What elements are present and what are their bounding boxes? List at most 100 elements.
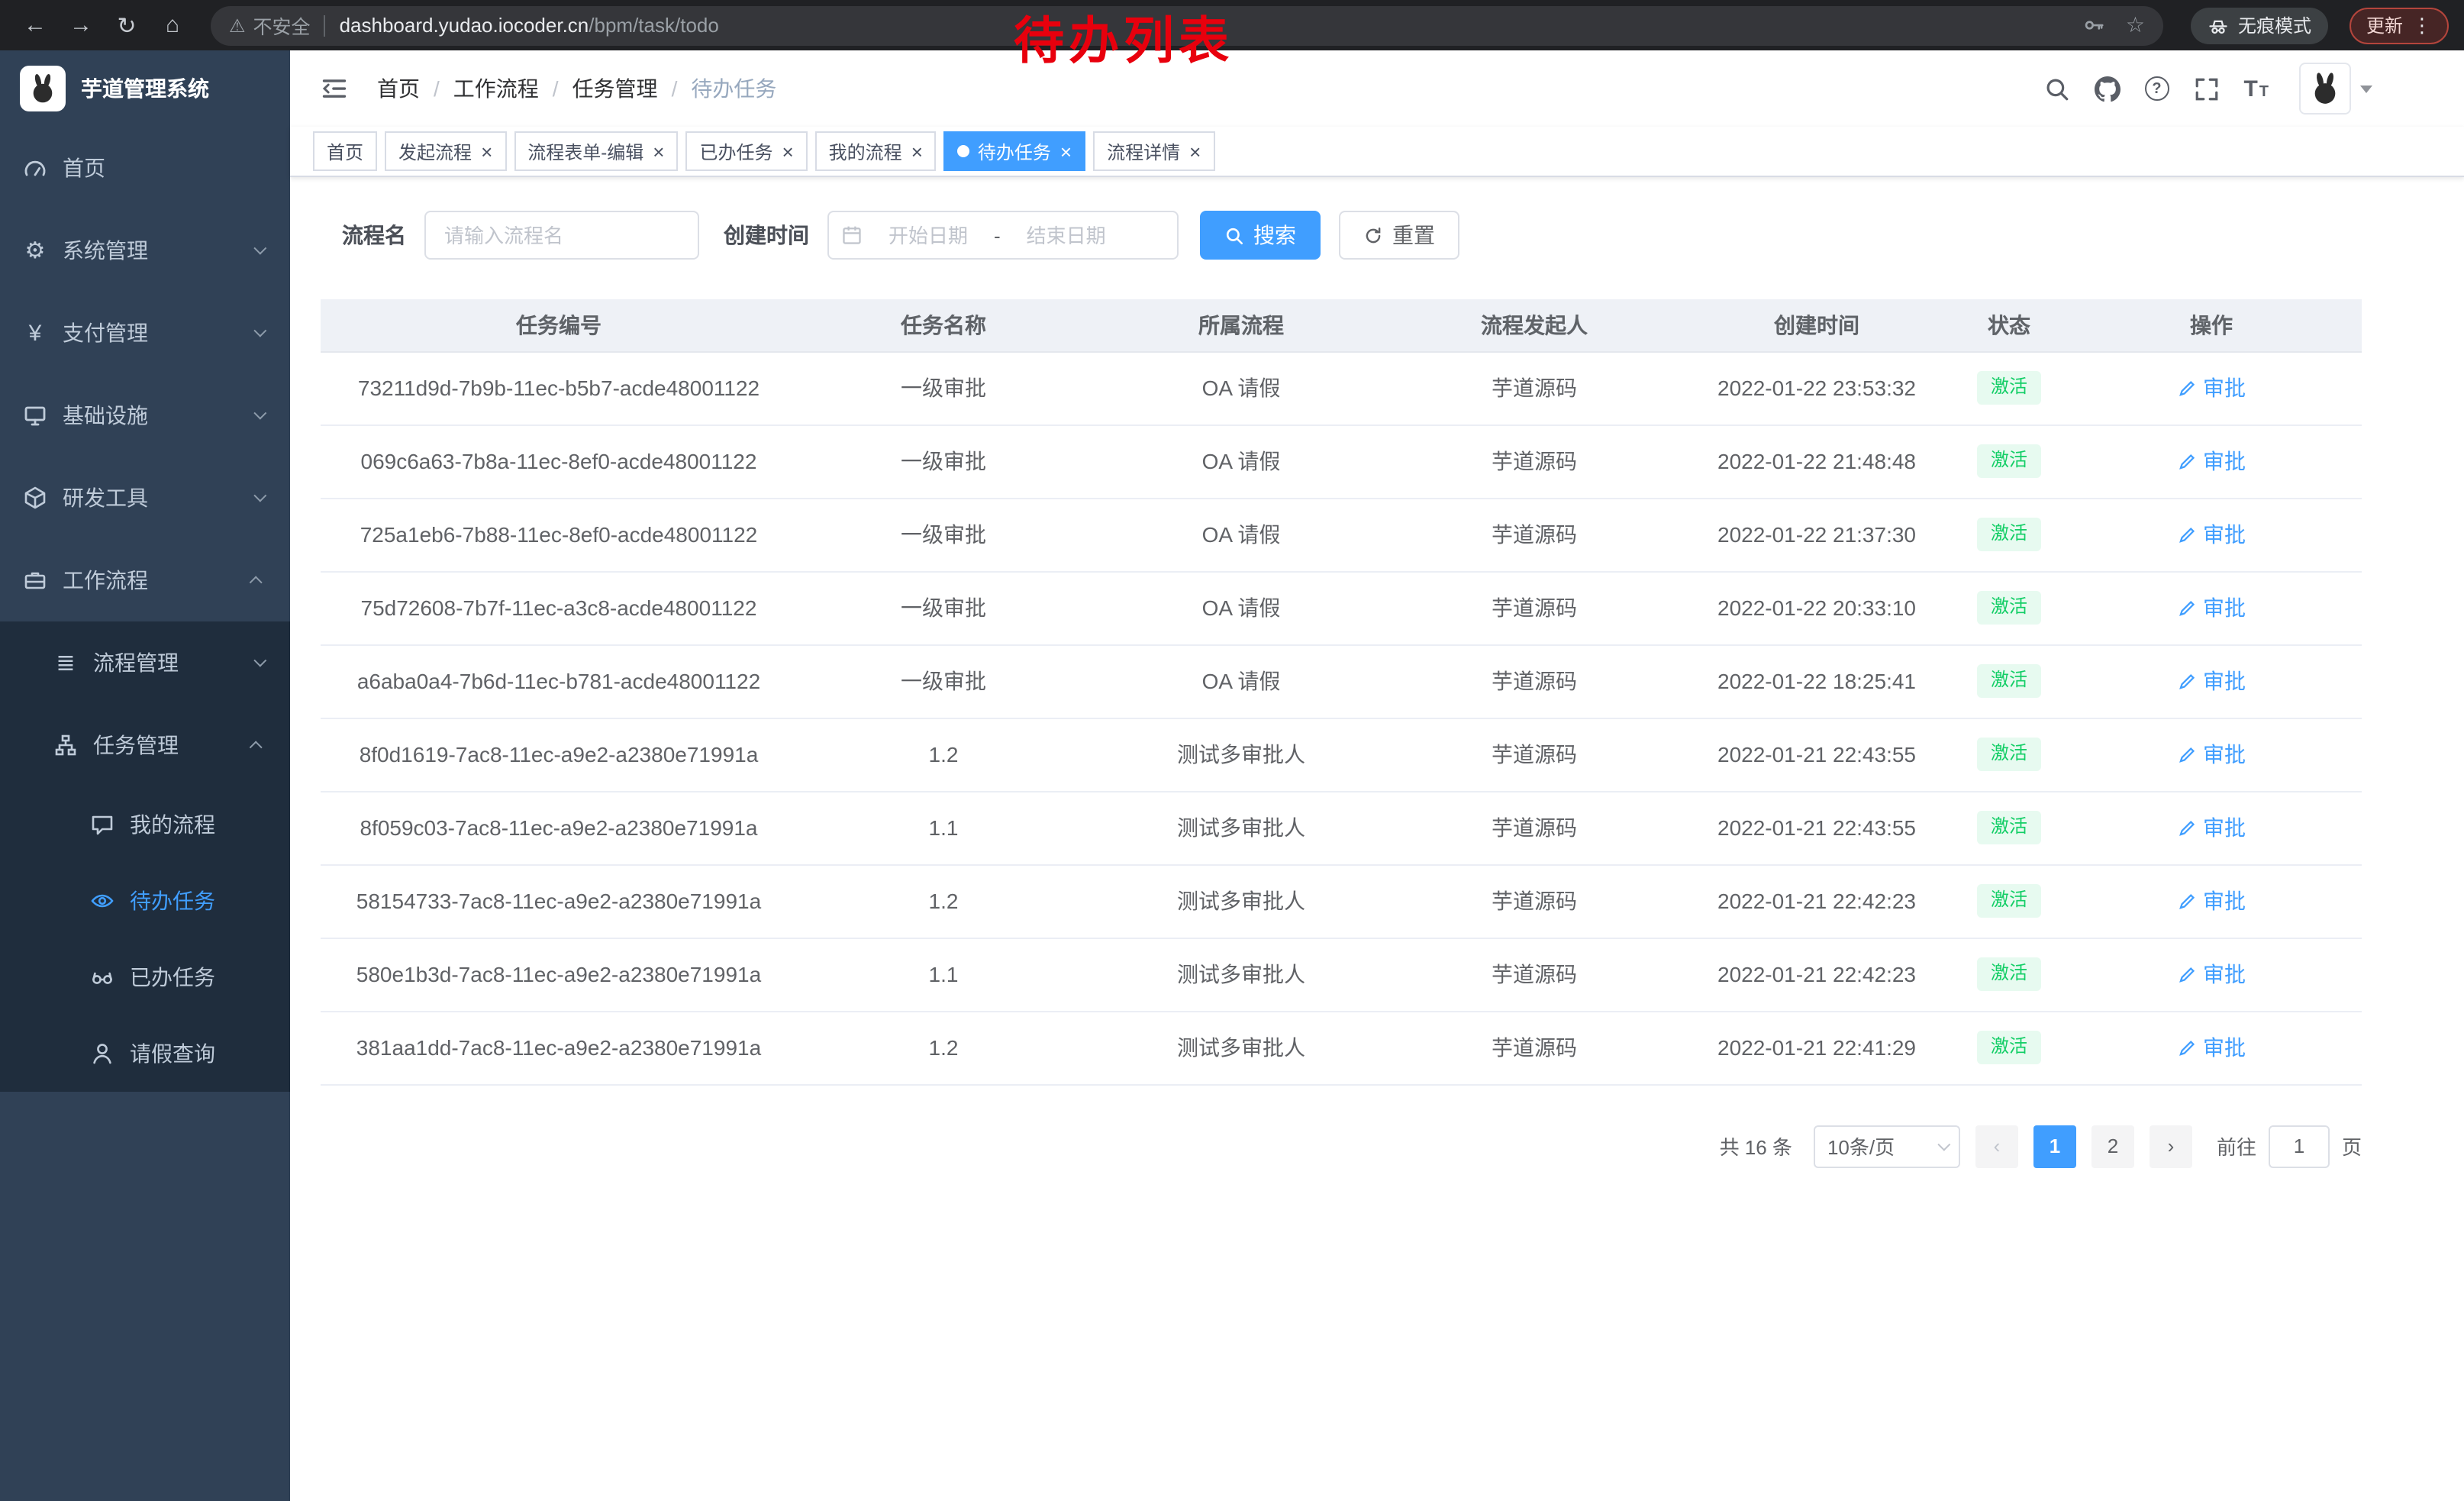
breadcrumb-workflow[interactable]: 工作流程 [453,73,539,104]
browser-home-button[interactable]: ⌂ [153,5,192,45]
approve-link[interactable]: 审批 [2177,446,2246,476]
breadcrumb-separator: / [434,76,440,101]
password-key-icon[interactable] [2083,14,2106,37]
col-task-name: 任务名称 [797,299,1090,351]
incognito-badge[interactable]: 无痕模式 [2191,7,2328,44]
cell-task-name: 一级审批 [797,644,1090,718]
sidebar-item-infrastructure[interactable]: 基础设施 [0,374,290,457]
sidebar-item-label: 首页 [63,153,105,183]
sidebar-item-done-tasks[interactable]: 已办任务 [0,939,290,1015]
reset-button[interactable]: 重置 [1339,211,1459,260]
eye-icon [89,889,116,913]
close-icon[interactable]: × [911,141,923,161]
breadcrumb-task-management[interactable]: 任务管理 [572,73,658,104]
sidebar-item-system[interactable]: ⚙ 系统管理 [0,209,290,292]
cell-task-name: 一级审批 [797,351,1090,424]
process-name-input[interactable] [424,211,699,260]
browser-back-button[interactable]: ← [15,5,55,45]
sidebar-item-process-management[interactable]: ≣ 流程管理 [0,621,290,704]
sidebar-item-label: 任务管理 [93,730,179,760]
sitemap-icon [52,733,79,757]
cell-task-id: 381aa1dd-7ac8-11ec-a9e2-a2380e71991a [321,1011,797,1084]
end-date-input[interactable] [1004,224,1129,247]
prev-page-button[interactable]: ‹ [1975,1125,2018,1167]
tab-todo-tasks[interactable]: 待办任务 × [944,131,1085,171]
sidebar-item-label: 已办任务 [130,962,215,993]
sidebar-item-workflow[interactable]: 工作流程 [0,539,290,621]
help-icon[interactable]: ? [2144,76,2169,101]
tab-start-process[interactable]: 发起流程 × [385,131,506,171]
cell-initiator: 芋道源码 [1392,351,1676,424]
sidebar-item-payment[interactable]: ¥ 支付管理 [0,292,290,374]
search-button[interactable]: 搜索 [1200,211,1321,260]
edit-icon [2177,891,2197,911]
sidebar-item-leave-query[interactable]: 请假查询 [0,1015,290,1092]
browser-forward-button[interactable]: → [61,5,101,45]
sidebar-item-label: 我的流程 [130,809,215,840]
approve-link[interactable]: 审批 [2177,666,2246,696]
github-icon[interactable] [2094,76,2120,102]
sidebar-item-home[interactable]: 首页 [0,127,290,209]
goto-page-input[interactable] [2269,1125,2330,1167]
url-path: /bpm/task/todo [589,14,719,37]
goto-unit-label: 页 [2342,1131,2362,1160]
next-page-button[interactable]: › [2150,1125,2192,1167]
approve-link[interactable]: 审批 [2177,739,2246,770]
approve-link[interactable]: 审批 [2177,519,2246,550]
sidebar-item-task-management[interactable]: 任务管理 [0,704,290,786]
status-badge: 激活 [1977,811,2041,844]
date-range-picker[interactable]: - [827,211,1179,260]
cube-icon [21,486,49,510]
cell-created: 2022-01-21 22:42:23 [1676,938,1957,1011]
close-icon[interactable]: × [481,141,492,161]
sidebar-item-devtools[interactable]: 研发工具 [0,457,290,539]
sidebar-item-my-process[interactable]: 我的流程 [0,786,290,863]
edit-icon [2177,1038,2197,1057]
approve-link[interactable]: 审批 [2177,373,2246,403]
tab-process-form-edit[interactable]: 流程表单-编辑 × [514,131,678,171]
sidebar-item-label: 工作流程 [63,565,148,596]
browser-reload-button[interactable]: ↻ [107,5,147,45]
font-size-icon[interactable]: TT [2243,77,2269,100]
cell-process: OA 请假 [1090,351,1392,424]
user-menu[interactable] [2299,63,2372,115]
app-logo [20,66,66,111]
breadcrumb-home[interactable]: 首页 [377,73,420,104]
approve-link[interactable]: 审批 [2177,1032,2246,1063]
pagination: 共 16 条 10条/页 ‹ 1 2 › 前往 页 [321,1125,2362,1167]
close-icon[interactable]: × [1189,141,1201,161]
approve-link[interactable]: 审批 [2177,959,2246,989]
approve-link[interactable]: 审批 [2177,812,2246,843]
bookmark-star-icon[interactable]: ☆ [2126,12,2145,38]
tab-home[interactable]: 首页 [313,131,377,171]
tab-my-process[interactable]: 我的流程 × [815,131,937,171]
calendar-icon [841,224,863,246]
sidebar-collapse-icon[interactable] [313,67,356,110]
browser-update-button[interactable]: 更新 ⋮ [2350,7,2449,44]
approve-link[interactable]: 审批 [2177,886,2246,916]
fullscreen-icon[interactable] [2193,76,2219,102]
close-icon[interactable]: × [653,141,664,161]
cell-task-name: 1.2 [797,718,1090,791]
cell-task-name: 1.2 [797,864,1090,938]
filter-form: 流程名 创建时间 - 搜索 重置 [342,211,2464,260]
cell-task-id: 069c6a63-7b8a-11ec-8ef0-acde48001122 [321,424,797,498]
cell-initiator: 芋道源码 [1392,791,1676,864]
close-icon[interactable]: × [782,141,793,161]
sidebar-item-label: 请假查询 [130,1038,215,1069]
app-logo-row[interactable]: 芋道管理系统 [0,50,290,127]
approve-link[interactable]: 审批 [2177,592,2246,623]
close-icon[interactable]: × [1060,141,1072,161]
cell-process: 测试多审批人 [1090,718,1392,791]
search-icon[interactable] [2043,76,2069,102]
omnibox-divider [324,15,326,36]
page-button-2[interactable]: 2 [2091,1125,2134,1167]
table-row: 58154733-7ac8-11ec-a9e2-a2380e71991a 1.2… [321,864,2362,938]
sidebar-item-todo-tasks[interactable]: 待办任务 [0,863,290,939]
start-date-input[interactable] [866,224,991,247]
page-button-1[interactable]: 1 [2033,1125,2076,1167]
cell-created: 2022-01-22 21:37:30 [1676,498,1957,571]
page-size-select[interactable]: 10条/页 [1814,1125,1960,1167]
tab-done-tasks[interactable]: 已办任务 × [685,131,807,171]
tab-process-detail[interactable]: 流程详情 × [1093,131,1214,171]
